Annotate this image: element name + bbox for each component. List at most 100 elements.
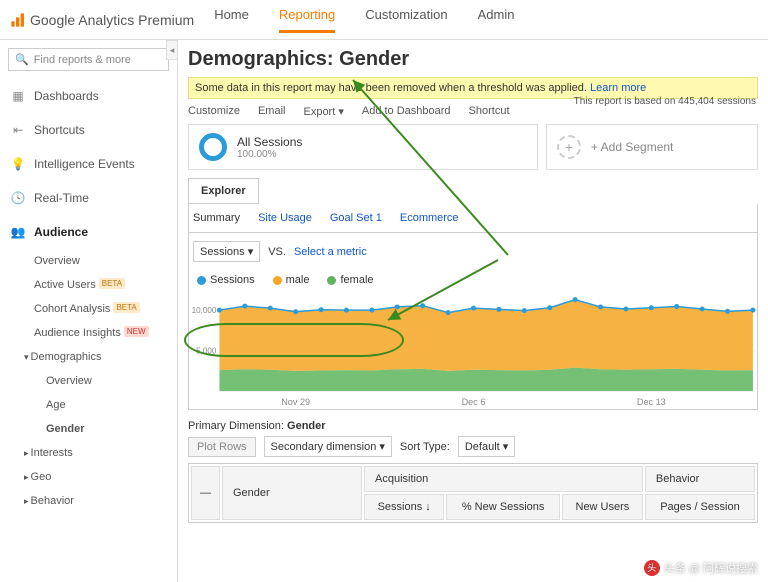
nav-reporting[interactable]: Reporting — [279, 7, 335, 33]
expand-col[interactable]: — — [191, 466, 220, 520]
svg-text:Dec 13: Dec 13 — [637, 397, 666, 407]
people-icon: 👥 — [10, 225, 26, 239]
clock-icon: 🕓 — [10, 191, 26, 205]
search-icon: 🔍 — [15, 53, 29, 66]
label: Interests — [31, 447, 73, 459]
sidebar-shortcuts[interactable]: ⇤Shortcuts — [0, 113, 177, 147]
dot-icon — [197, 276, 206, 285]
sidebar-geo[interactable]: ▸Geo — [0, 465, 177, 489]
sidebar-demo-gender[interactable]: Gender — [0, 417, 177, 441]
caret-down-icon: ▾ — [24, 352, 29, 362]
sidebar: ◂ 🔍 Find reports & more ▦Dashboards ⇤Sho… — [0, 40, 178, 582]
metric-select[interactable]: Sessions ▾ — [193, 241, 260, 262]
sidebar-overview[interactable]: Overview — [0, 249, 177, 273]
svg-text:Dec 6: Dec 6 — [462, 397, 486, 407]
label: Primary Dimension: — [188, 420, 284, 432]
nav-home[interactable]: Home — [214, 7, 249, 33]
label: Intelligence Events — [34, 157, 135, 171]
label: Audience — [34, 225, 88, 239]
label: Demographics — [31, 351, 102, 363]
legend-male: male — [273, 274, 310, 286]
segment-all-sessions[interactable]: All Sessions 100.00% — [188, 124, 538, 170]
subtab-goal-set-1[interactable]: Goal Set 1 — [330, 212, 382, 224]
plus-icon: + — [557, 135, 581, 159]
top-nav: Home Reporting Customization Admin — [214, 7, 514, 33]
group-acquisition: Acquisition — [364, 466, 643, 492]
page-title: Demographics: Gender — [188, 48, 758, 71]
nav-admin[interactable]: Admin — [478, 7, 515, 33]
label: Real-Time — [34, 191, 89, 205]
label: Sessions — [210, 274, 255, 286]
subtab-summary[interactable]: Summary — [193, 212, 240, 224]
caret-right-icon: ▸ — [24, 472, 29, 482]
bulb-icon: 💡 — [10, 157, 26, 171]
segment-title: All Sessions — [237, 135, 302, 149]
col-sessions[interactable]: Sessions ↓ — [364, 494, 444, 520]
search-input[interactable]: 🔍 Find reports & more — [8, 48, 169, 71]
data-table: — Gender Acquisition Behavior Sessions ↓… — [188, 463, 758, 523]
label: Shortcuts — [34, 123, 85, 137]
sidebar-demo-age[interactable]: Age — [0, 393, 177, 417]
label: Active Users — [34, 279, 96, 291]
subtab-site-usage[interactable]: Site Usage — [258, 212, 312, 224]
legend-sessions: Sessions — [197, 274, 255, 286]
sidebar-intelligence[interactable]: 💡 Intelligence Events — [0, 147, 177, 181]
label: Cohort Analysis — [34, 303, 110, 315]
add-to-dashboard-button[interactable]: Add to Dashboard — [362, 105, 451, 118]
donut-icon — [199, 133, 227, 161]
sidebar-demographics[interactable]: ▾Demographics — [0, 345, 177, 369]
primary-dimension: Primary Dimension: Gender — [188, 420, 758, 432]
sidebar-interests[interactable]: ▸Interests — [0, 441, 177, 465]
sidebar-dashboards[interactable]: ▦Dashboards — [0, 79, 177, 113]
customize-button[interactable]: Customize — [188, 105, 240, 118]
segment-pct: 100.00% — [237, 149, 302, 160]
grid-icon: ▦ — [10, 89, 26, 103]
learn-more-link[interactable]: Learn more — [590, 82, 646, 94]
caret-right-icon: ▸ — [24, 448, 29, 458]
beta-tag: BETA — [99, 278, 125, 289]
svg-text:10,000: 10,000 — [192, 306, 217, 315]
sort-type-select[interactable]: Default ▾ — [458, 436, 515, 457]
brand-text: Google Analytics Premium — [30, 12, 194, 28]
label: Sessions — [378, 501, 423, 513]
export-button[interactable]: Export ▾ — [303, 105, 343, 118]
watermark-text: 头条 @ 阿辉说搜索 — [664, 560, 758, 576]
select-metric-link[interactable]: Select a metric — [294, 246, 367, 258]
sidebar-cohort[interactable]: Cohort AnalysisBETA — [0, 297, 177, 321]
col-new-sessions-pct[interactable]: % New Sessions — [446, 494, 560, 520]
label: Audience Insights — [34, 327, 121, 339]
svg-text:Nov 29: Nov 29 — [281, 397, 310, 407]
sidebar-insights[interactable]: Audience InsightsNEW — [0, 321, 177, 345]
sort-icon: ↓ — [425, 501, 431, 513]
sidebar-behavior[interactable]: ▸Behavior — [0, 489, 177, 513]
shortcut-button[interactable]: Shortcut — [469, 105, 510, 118]
label: Behavior — [31, 495, 74, 507]
banner-text: Some data in this report may have been r… — [195, 82, 590, 94]
svg-text:5,000: 5,000 — [196, 347, 217, 356]
group-behavior: Behavior — [645, 466, 755, 492]
sidebar-realtime[interactable]: 🕓 Real-Time — [0, 181, 177, 215]
email-button[interactable]: Email — [258, 105, 286, 118]
col-gender[interactable]: Gender — [222, 466, 362, 520]
secondary-dimension-select[interactable]: Secondary dimension ▾ — [264, 436, 392, 457]
legend-female: female — [327, 274, 373, 286]
label: Geo — [31, 471, 52, 483]
add-segment-label: + Add Segment — [591, 140, 673, 154]
caret-right-icon: ▸ — [24, 496, 29, 506]
sidebar-audience[interactable]: 👥 Audience — [0, 215, 177, 249]
sidebar-active-users[interactable]: Active UsersBETA — [0, 273, 177, 297]
report-meta: This report is based on 445,404 sessions — [574, 96, 756, 107]
nav-customization[interactable]: Customization — [365, 7, 447, 33]
subtab-ecommerce[interactable]: Ecommerce — [400, 212, 459, 224]
col-pages-per-session[interactable]: Pages / Session — [645, 494, 755, 520]
plot-rows-button[interactable]: Plot Rows — [188, 437, 256, 457]
sidebar-demo-overview[interactable]: Overview — [0, 369, 177, 393]
tab-explorer[interactable]: Explorer — [188, 178, 259, 204]
col-new-users[interactable]: New Users — [562, 494, 643, 520]
search-placeholder: Find reports & more — [34, 54, 131, 66]
main-content: Demographics: Gender Some data in this r… — [178, 40, 768, 582]
watermark: 头 头条 @ 阿辉说搜索 — [644, 560, 758, 576]
sidebar-collapse[interactable]: ◂ — [166, 40, 178, 60]
add-segment-button[interactable]: + + Add Segment — [546, 124, 758, 170]
value: Gender — [287, 420, 326, 432]
